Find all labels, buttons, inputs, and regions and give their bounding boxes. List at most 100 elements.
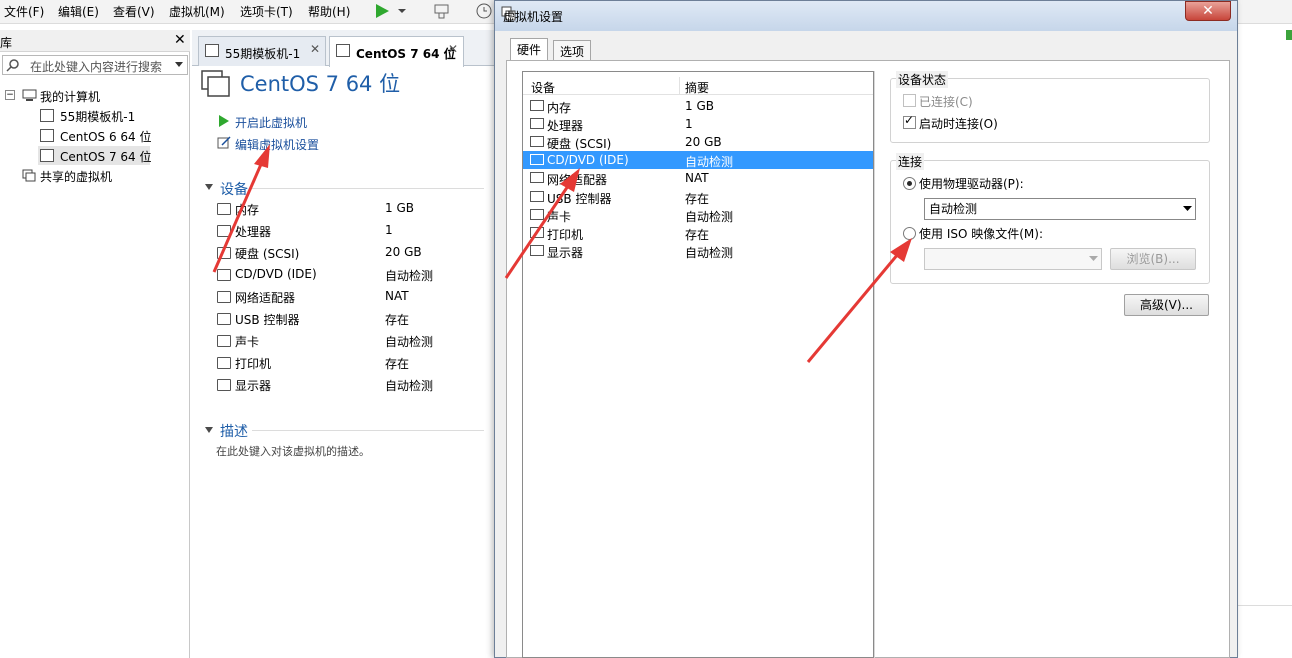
clock-icon[interactable] (474, 2, 494, 20)
device-list-name: 硬盘 (SCSI) (547, 137, 612, 152)
vm-title: CentOS 7 64 位 (240, 72, 401, 96)
iso-image-radio[interactable] (903, 227, 916, 240)
summary-device-name[interactable]: 打印机 (235, 355, 271, 372)
tree-item-shared[interactable]: 共享的虚拟机 (40, 168, 112, 185)
summary-device-name[interactable]: 内存 (235, 201, 259, 218)
device-list-name: 声卡 (547, 209, 572, 224)
summary-device-name[interactable]: 声卡 (235, 333, 259, 350)
tab-options[interactable]: 选项 (553, 40, 592, 60)
summary-device-value: 自动检测 (385, 335, 434, 349)
sound-icon (217, 335, 231, 347)
summary-device-name[interactable]: CD/DVD (IDE) (235, 267, 317, 281)
device-list-name: 网络适配器 (547, 173, 608, 188)
menu-file[interactable]: 文件(F) (4, 3, 44, 20)
chevron-down-icon[interactable] (174, 61, 184, 69)
list-header-summary[interactable]: 摘要 (685, 79, 709, 96)
radio-dot (907, 181, 912, 186)
menu-tabs[interactable]: 选项卡(T) (240, 3, 293, 20)
summary-device-value: 20 GB (385, 245, 422, 259)
tree-item-vm-55[interactable]: 55期模板机-1 (60, 108, 135, 125)
computer-icon (22, 89, 37, 101)
disk-icon (217, 247, 231, 259)
tree-item-centos6[interactable]: CentOS 6 64 位 (60, 128, 151, 145)
device-icon (530, 226, 544, 238)
device-icon (530, 208, 544, 220)
collapse-icon[interactable] (204, 426, 214, 434)
device-list-summary: 自动检测 (685, 209, 734, 224)
close-icon[interactable]: ✕ (310, 42, 320, 56)
dialog-close-button[interactable]: ✕ (1185, 1, 1231, 21)
menu-edit[interactable]: 编辑(E) (58, 3, 99, 20)
snapshot-icon[interactable] (432, 2, 452, 20)
library-title: 库 (0, 36, 13, 50)
connection-title: 连接 (896, 153, 925, 170)
advanced-button[interactable]: 高级(V)... (1124, 294, 1209, 316)
search-placeholder: 在此处键入内容进行搜索 (30, 60, 163, 74)
device-list-summary: 1 GB (685, 99, 714, 113)
menu-vm[interactable]: 虚拟机(M) (169, 3, 225, 20)
device-list-summary: 自动检测 (685, 155, 734, 170)
divider (679, 77, 680, 95)
menu-view[interactable]: 查看(V) (113, 3, 155, 20)
printer-icon (217, 357, 231, 369)
summary-device-name[interactable]: 网络适配器 (235, 289, 295, 306)
summary-device-value: 自动检测 (385, 379, 434, 393)
device-list-name: CD/DVD (IDE) (547, 153, 629, 168)
vm-icon (40, 109, 54, 122)
device-list-summary: 1 (685, 117, 693, 132)
browse-button[interactable]: 浏览(B)... (1110, 248, 1196, 270)
edit-settings-icon (217, 136, 231, 149)
device-list-name: 打印机 (547, 227, 584, 242)
dialog-title: 虚拟机设置 (503, 10, 564, 24)
play-icon (219, 115, 229, 127)
chevron-down-icon (1183, 206, 1192, 211)
power-on-link[interactable]: 开启此虚拟机 (235, 114, 307, 131)
close-icon[interactable]: ✕ (448, 42, 458, 56)
summary-device-name[interactable]: 硬盘 (SCSI) (235, 245, 299, 262)
close-icon[interactable]: ✕ (174, 32, 186, 48)
device-list-name: 处理器 (547, 119, 584, 134)
device-list-name: USB 控制器 (547, 191, 612, 206)
description-placeholder[interactable]: 在此处键入对该虚拟机的描述。 (216, 443, 370, 459)
vm-icon (40, 149, 54, 162)
iso-path-input[interactable] (924, 248, 1102, 270)
vm-large-icon (201, 70, 230, 97)
play-icon[interactable] (372, 2, 392, 20)
summary-device-name[interactable]: 显示器 (235, 377, 271, 394)
summary-device-value: 1 (385, 223, 393, 237)
cd-icon (217, 269, 231, 281)
summary-device-name[interactable]: 处理器 (235, 223, 271, 240)
summary-device-value: 1 GB (385, 201, 414, 215)
tree-item-centos7[interactable]: CentOS 7 64 位 (60, 148, 151, 165)
summary-device-value: 自动检测 (385, 269, 434, 283)
display-icon (217, 379, 231, 391)
menu-help[interactable]: 帮助(H) (308, 3, 350, 20)
summary-device-name[interactable]: USB 控制器 (235, 311, 299, 328)
divider (252, 188, 484, 189)
collapse-icon[interactable] (204, 183, 214, 191)
device-status-title: 设备状态 (896, 71, 949, 88)
device-icon (530, 190, 544, 202)
device-icon (530, 136, 544, 148)
connected-checkbox[interactable] (903, 94, 916, 107)
vm-icon (205, 44, 219, 57)
physical-drive-select[interactable]: 自动检测 (924, 198, 1196, 220)
tree-item-my-computer[interactable]: 我的计算机 (40, 88, 100, 105)
divider (252, 430, 484, 431)
description-section-title: 描述 (220, 424, 248, 440)
tab-hardware[interactable]: 硬件 (510, 38, 549, 60)
device-icon (530, 172, 544, 184)
search-icon (6, 59, 19, 72)
tree-collapse-icon[interactable]: − (5, 90, 15, 100)
device-icon (530, 154, 544, 166)
vm-icon (40, 129, 54, 142)
chevron-down-icon[interactable] (396, 2, 408, 20)
connected-label: 已连接(C) (919, 95, 973, 109)
device-icon (530, 118, 544, 130)
connect-at-power-on-label: 启动时连接(O) (919, 117, 998, 131)
device-icon (530, 244, 544, 256)
edit-settings-link[interactable]: 编辑虚拟机设置 (235, 136, 319, 153)
list-header-device[interactable]: 设备 (531, 79, 555, 96)
physical-drive-label: 使用物理驱动器(P): (919, 177, 1024, 191)
device-list-summary: 自动检测 (685, 245, 734, 260)
